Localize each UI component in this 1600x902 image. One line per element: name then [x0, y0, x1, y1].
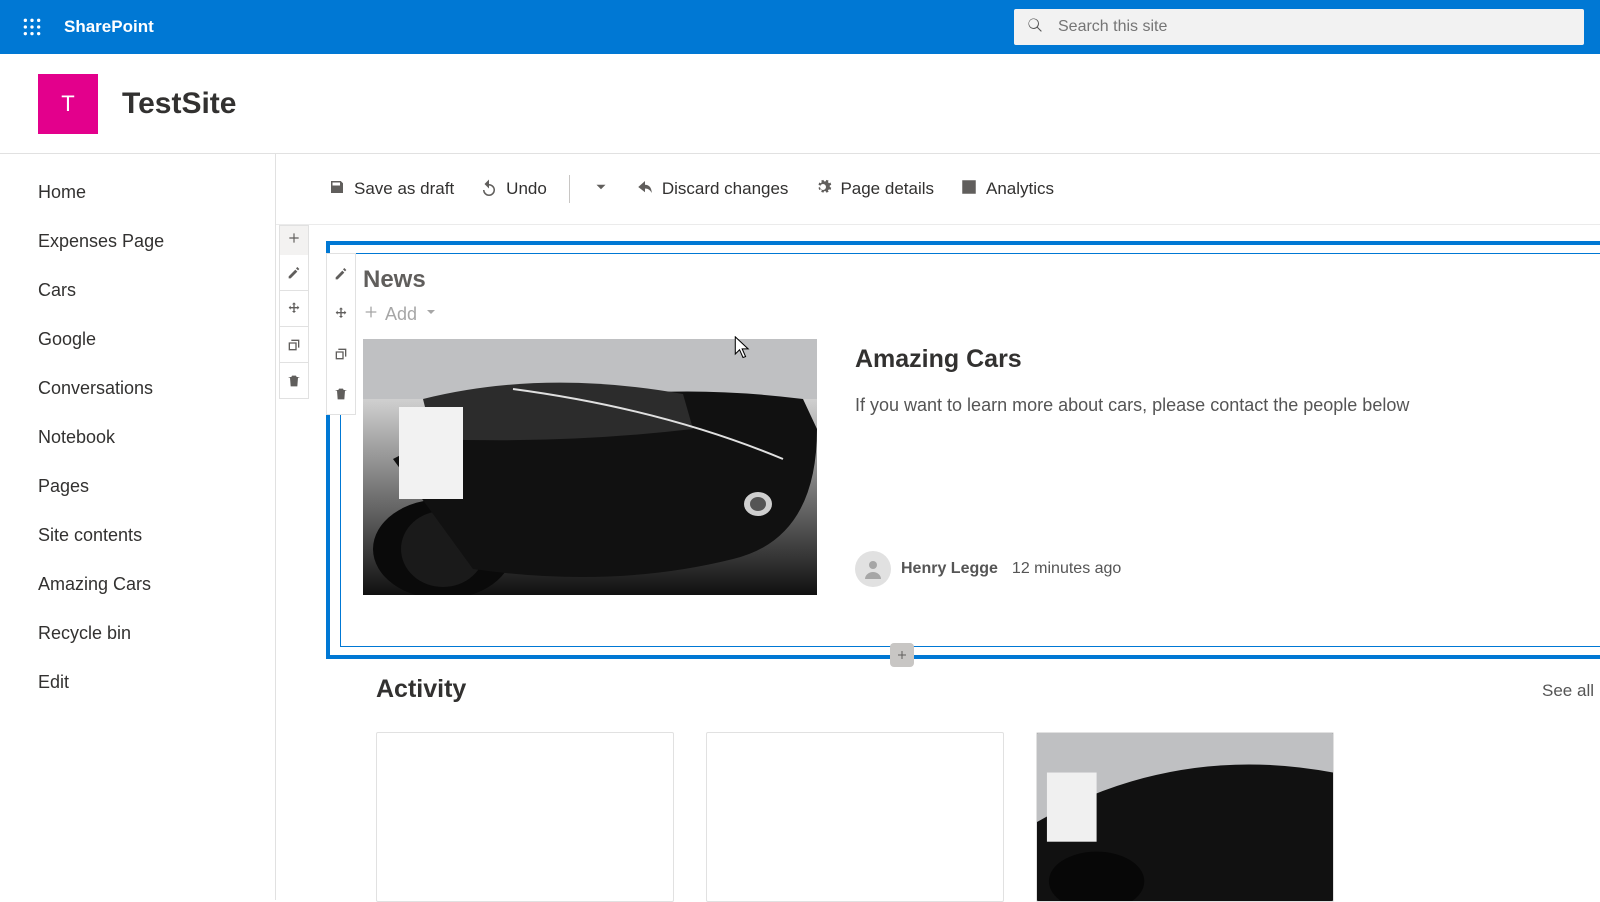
- section-delete-button[interactable]: [279, 363, 309, 399]
- avatar: [855, 551, 891, 587]
- discard-button[interactable]: Discard changes: [626, 172, 799, 207]
- analytics-button[interactable]: Analytics: [950, 172, 1064, 207]
- section-move-button[interactable]: [279, 291, 309, 327]
- nav-item-home[interactable]: Home: [38, 168, 275, 217]
- page-details-button[interactable]: Page details: [804, 172, 944, 207]
- site-logo[interactable]: T: [38, 74, 98, 134]
- left-nav: Home Expenses Page Cars Google Conversat…: [0, 154, 276, 900]
- save-icon: [328, 178, 346, 201]
- nav-item-amazing[interactable]: Amazing Cars: [38, 560, 275, 609]
- activity-seeall[interactable]: See all: [1542, 681, 1594, 701]
- analytics-label: Analytics: [986, 179, 1054, 199]
- news-image: [363, 339, 817, 595]
- nav-item-conversations[interactable]: Conversations: [38, 364, 275, 413]
- site-header: T TestSite: [0, 54, 1600, 154]
- news-item-title[interactable]: Amazing Cars: [855, 345, 1579, 374]
- nav-item-edit[interactable]: Edit: [38, 658, 275, 707]
- discard-label: Discard changes: [662, 179, 789, 199]
- search-box[interactable]: [1014, 9, 1584, 45]
- undo-icon: [480, 178, 498, 201]
- activity-title: Activity: [376, 675, 1600, 704]
- wp-delete-button[interactable]: [327, 374, 355, 414]
- canvas: News Add: [276, 224, 1600, 225]
- wp-move-button[interactable]: [327, 294, 355, 334]
- section-resize-handle[interactable]: [890, 643, 914, 667]
- activity-card[interactable]: [376, 732, 674, 902]
- undo-button[interactable]: Undo: [470, 172, 557, 207]
- wp-edit-button[interactable]: [327, 254, 355, 294]
- discard-icon: [636, 178, 654, 201]
- nav-item-expenses[interactable]: Expenses Page: [38, 217, 275, 266]
- suite-header: SharePoint: [0, 0, 1600, 54]
- nav-item-sitecontents[interactable]: Site contents: [38, 511, 275, 560]
- section-toolbar: [279, 225, 309, 399]
- main-area: Save as draft Undo Discard changes Page …: [276, 154, 1600, 900]
- gear-icon: [814, 178, 832, 201]
- analytics-icon: [960, 178, 978, 201]
- news-time: 12 minutes ago: [1012, 560, 1121, 578]
- news-webpart[interactable]: News Add: [326, 241, 1600, 659]
- undo-label: Undo: [506, 179, 547, 199]
- details-label: Page details: [840, 179, 934, 199]
- plus-icon: [363, 304, 379, 325]
- chevron-down-icon: [423, 304, 439, 325]
- news-body: Amazing Cars If you want to learn more a…: [855, 339, 1579, 595]
- brand-label[interactable]: SharePoint: [64, 17, 154, 37]
- activity-card[interactable]: [706, 732, 1004, 902]
- section-edit-button[interactable]: [279, 255, 309, 291]
- wp-duplicate-button[interactable]: [327, 334, 355, 374]
- chevron-down-icon: [592, 178, 610, 201]
- nav-item-recycle[interactable]: Recycle bin: [38, 609, 275, 658]
- divider: [569, 175, 570, 203]
- save-draft-button[interactable]: Save as draft: [318, 172, 464, 207]
- section-duplicate-button[interactable]: [279, 327, 309, 363]
- news-title[interactable]: News: [363, 266, 1579, 294]
- webpart-toolbar: [326, 253, 356, 415]
- undo-dropdown[interactable]: [582, 172, 620, 207]
- activity-card[interactable]: [1036, 732, 1334, 902]
- search-input[interactable]: [1058, 18, 1572, 36]
- app-launcher[interactable]: [8, 3, 56, 51]
- command-bar: Save as draft Undo Discard changes Page …: [276, 154, 1600, 224]
- news-meta: Henry Legge 12 minutes ago: [855, 551, 1579, 595]
- news-author: Henry Legge: [901, 560, 998, 578]
- news-webpart-inner: News Add: [340, 253, 1600, 647]
- site-title[interactable]: TestSite: [122, 87, 236, 121]
- news-item-summary: If you want to learn more about cars, pl…: [855, 392, 1579, 419]
- add-section-button[interactable]: [279, 225, 309, 255]
- news-add-label: Add: [385, 304, 417, 325]
- nav-item-pages[interactable]: Pages: [38, 462, 275, 511]
- nav-item-cars[interactable]: Cars: [38, 266, 275, 315]
- news-add-button[interactable]: Add: [363, 304, 439, 325]
- activity-section: Activity See all: [376, 675, 1600, 902]
- nav-item-google[interactable]: Google: [38, 315, 275, 364]
- news-item[interactable]: Amazing Cars If you want to learn more a…: [363, 339, 1579, 595]
- save-label: Save as draft: [354, 179, 454, 199]
- search-icon: [1026, 16, 1044, 39]
- nav-item-notebook[interactable]: Notebook: [38, 413, 275, 462]
- plus-icon: [287, 231, 301, 250]
